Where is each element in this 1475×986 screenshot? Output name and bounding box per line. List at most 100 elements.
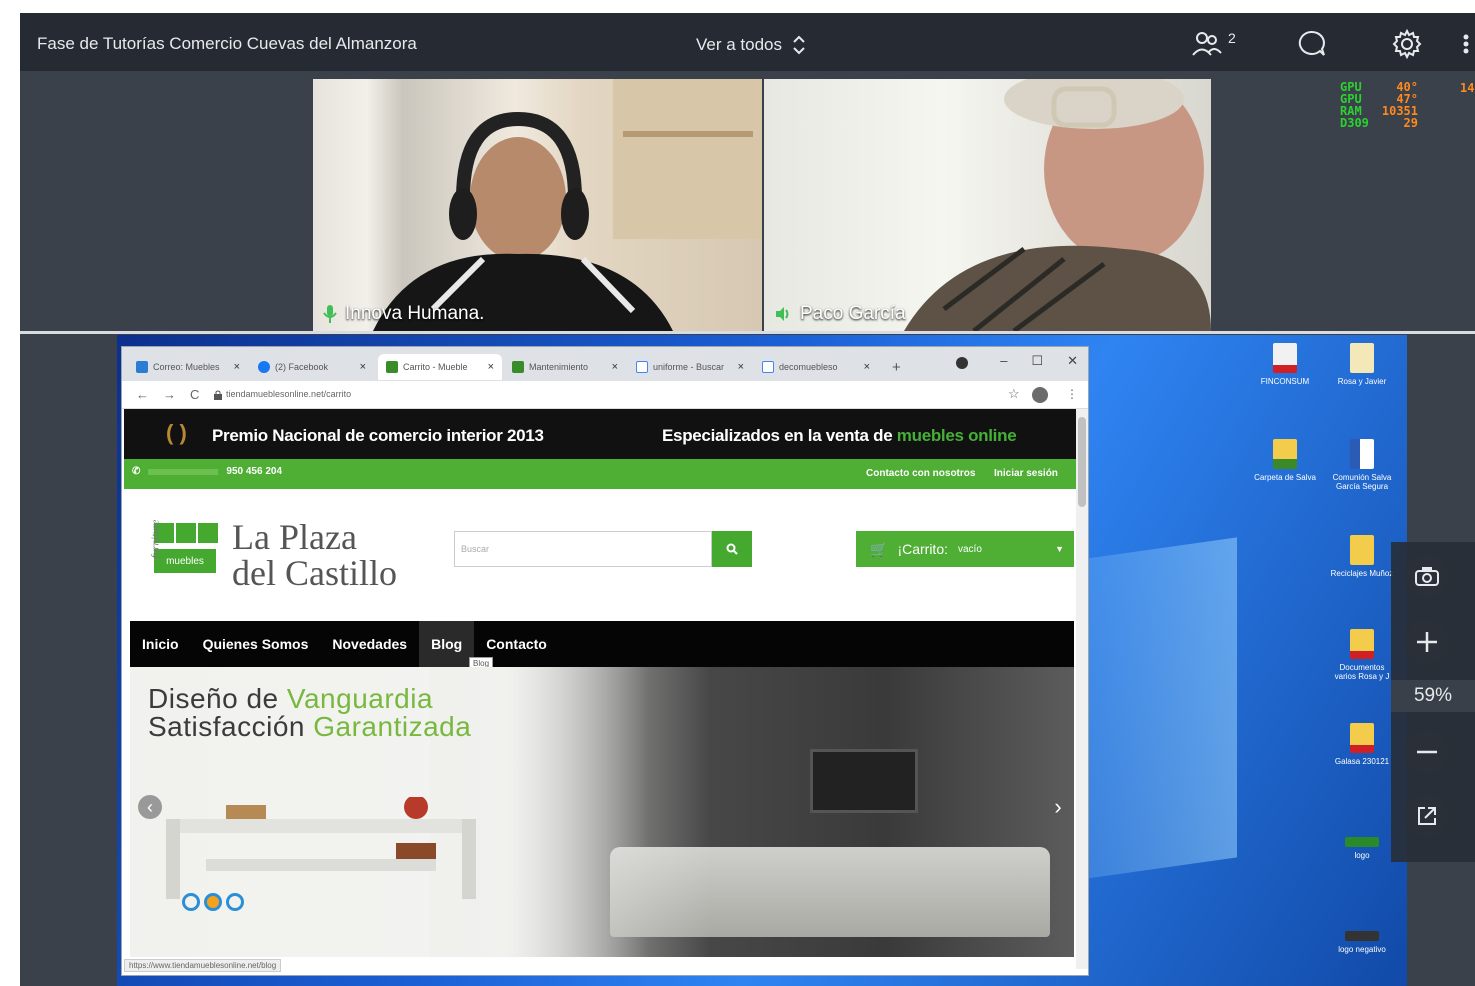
slider-dot-active[interactable] [204, 893, 222, 911]
browser-tab[interactable]: (2) Facebook × [250, 354, 374, 380]
desktop-icon[interactable]: Rosa y Javier [1330, 343, 1394, 386]
pdf-file-icon [1350, 723, 1374, 753]
zoom-out-button[interactable] [1405, 730, 1449, 774]
video-tile-innova[interactable]: Innova Humana. [313, 79, 762, 331]
plus-icon [1417, 632, 1437, 652]
login-link[interactable]: Iniciar sesión [994, 468, 1058, 479]
maximize-icon[interactable]: ☐ [1031, 353, 1043, 369]
browser-tab[interactable]: Correo: Muebles × [128, 354, 248, 380]
google-icon [636, 361, 648, 373]
participants-count: 2 [1228, 30, 1236, 46]
up-down-chevron-icon [793, 35, 805, 55]
forward-icon[interactable]: → [163, 387, 176, 402]
speaking-icon [776, 307, 789, 321]
browser-menu-icon[interactable]: ⋮ [1066, 387, 1078, 401]
browser-tab[interactable]: uniforme - Buscar × [628, 354, 752, 380]
slider-prev-icon[interactable]: ‹ [138, 795, 162, 819]
new-tab-button[interactable]: + [884, 354, 904, 380]
desktop-icon[interactable]: Documentos varios Rosa y J [1330, 629, 1394, 681]
main-menu: Inicio Quienes Somos Novedades Blog Cont… [130, 621, 1074, 667]
folder-icon [1273, 439, 1297, 469]
browser-tab[interactable]: decomuebleso × [754, 354, 878, 380]
desktop-icon[interactable]: Reciclajes Muñoz [1330, 535, 1394, 578]
image-file-icon [1345, 837, 1379, 847]
hero-subheadline: Satisfacción Garantizada [148, 711, 472, 742]
logo-square [176, 523, 196, 543]
slider-dot[interactable] [182, 893, 200, 911]
slider-next-icon[interactable]: › [1046, 794, 1070, 819]
camera-icon [1415, 567, 1439, 586]
more-options-icon[interactable] [1460, 29, 1472, 59]
screenshot-button[interactable] [1405, 554, 1449, 598]
laurel-icon: ( ) [166, 420, 187, 445]
phone-info: ✆ 950 456 204 [132, 466, 283, 477]
reload-icon[interactable]: C [190, 387, 199, 402]
chat-icon[interactable] [1296, 29, 1326, 59]
logo-sub: muebles [154, 549, 216, 573]
mail-icon [136, 361, 148, 373]
zoom-in-button[interactable] [1405, 620, 1449, 664]
slider-dot[interactable] [226, 893, 244, 911]
view-mode-selector[interactable]: Ver a todos [696, 34, 806, 56]
scrollbar-thumb[interactable] [1078, 417, 1086, 507]
bookmark-star-icon[interactable]: ☆ [1008, 386, 1020, 402]
close-tab-icon[interactable]: × [360, 361, 366, 373]
minus-icon [1417, 750, 1437, 754]
search-button[interactable] [712, 531, 752, 567]
participant-video [373, 79, 762, 331]
desktop-icon[interactable]: Comunión Salva García Segura [1330, 439, 1394, 491]
tab-bar: Correo: Muebles × (2) Facebook × Carrito -… [122, 347, 1088, 381]
menu-item-blog[interactable]: Blog [419, 621, 475, 667]
hero-slider: Diseño de Vanguardia Satisfacción Garant… [130, 667, 1074, 957]
browser-tab[interactable]: Mantenimiento × [504, 354, 626, 380]
search-icon [726, 543, 738, 555]
hud-row: D309 29 [1340, 116, 1418, 130]
close-window-icon[interactable]: ✕ [1067, 353, 1078, 369]
logo-text: La Plaza del Castillo [232, 517, 397, 593]
desktop-icon[interactable]: logo [1330, 837, 1394, 860]
url-field[interactable]: tiendamueblesonline.net/carrito [226, 389, 351, 399]
profile-indicator-icon[interactable] [956, 357, 968, 369]
desktop-icon[interactable]: Carpeta de Salva [1253, 439, 1317, 482]
contact-link[interactable]: Contacto con nosotros [866, 468, 975, 479]
search-input[interactable]: Buscar [454, 531, 712, 567]
top-bar: Fase de Tutorías Comercio Cuevas del Alm… [20, 13, 1475, 71]
back-icon[interactable]: ← [136, 387, 149, 402]
close-tab-icon[interactable]: × [234, 361, 240, 373]
minimize-icon[interactable]: – [1000, 353, 1007, 369]
desktop-icon[interactable]: FINCONSUM [1253, 343, 1317, 386]
cart-button[interactable]: 🛒 ¡Carrito: vacío ▼ [856, 531, 1074, 567]
google-icon [762, 361, 774, 373]
hero-shelf-graphic [166, 797, 476, 899]
close-tab-icon[interactable]: × [864, 361, 870, 373]
document-file-icon [1350, 343, 1374, 373]
pdf-file-icon [1273, 343, 1297, 373]
window-controls: – ☐ ✕ [1000, 353, 1078, 369]
desktop-icon[interactable]: Galasa 230121 [1330, 723, 1394, 766]
facebook-icon [258, 361, 270, 373]
close-tab-icon[interactable]: × [738, 361, 744, 373]
pdf-file-icon [1350, 629, 1374, 659]
participant-video [904, 79, 1211, 331]
desktop-icon[interactable]: logo negativo [1330, 931, 1394, 954]
pop-out-button[interactable] [1405, 794, 1449, 838]
close-tab-icon[interactable]: × [612, 361, 618, 373]
gear-icon[interactable] [1392, 29, 1422, 59]
close-tab-icon[interactable]: × [488, 361, 494, 373]
shared-screen: Correo: Muebles × (2) Facebook × Carrito -… [117, 335, 1407, 986]
extension-icon[interactable] [1032, 387, 1048, 403]
hero-tv-graphic [810, 749, 918, 813]
video-tile-paco[interactable]: Paco García [764, 79, 1211, 331]
cart-label: ¡Carrito: [897, 541, 948, 557]
screen-share-divider[interactable] [20, 331, 1475, 334]
menu-item-novedades[interactable]: Novedades [320, 621, 419, 667]
screen-share-controls: 59% [1391, 542, 1475, 862]
menu-item-inicio[interactable]: Inicio [130, 621, 191, 667]
menu-item-quienes-somos[interactable]: Quienes Somos [191, 621, 321, 667]
browser-tab-active[interactable]: Carrito - Mueble × [378, 354, 502, 380]
word-file-icon [1350, 439, 1374, 469]
participants-icon[interactable] [1192, 29, 1222, 59]
zoom-level: 59% [1391, 680, 1475, 712]
phone-icon: ✆ [132, 466, 141, 477]
lock-icon [214, 390, 222, 400]
